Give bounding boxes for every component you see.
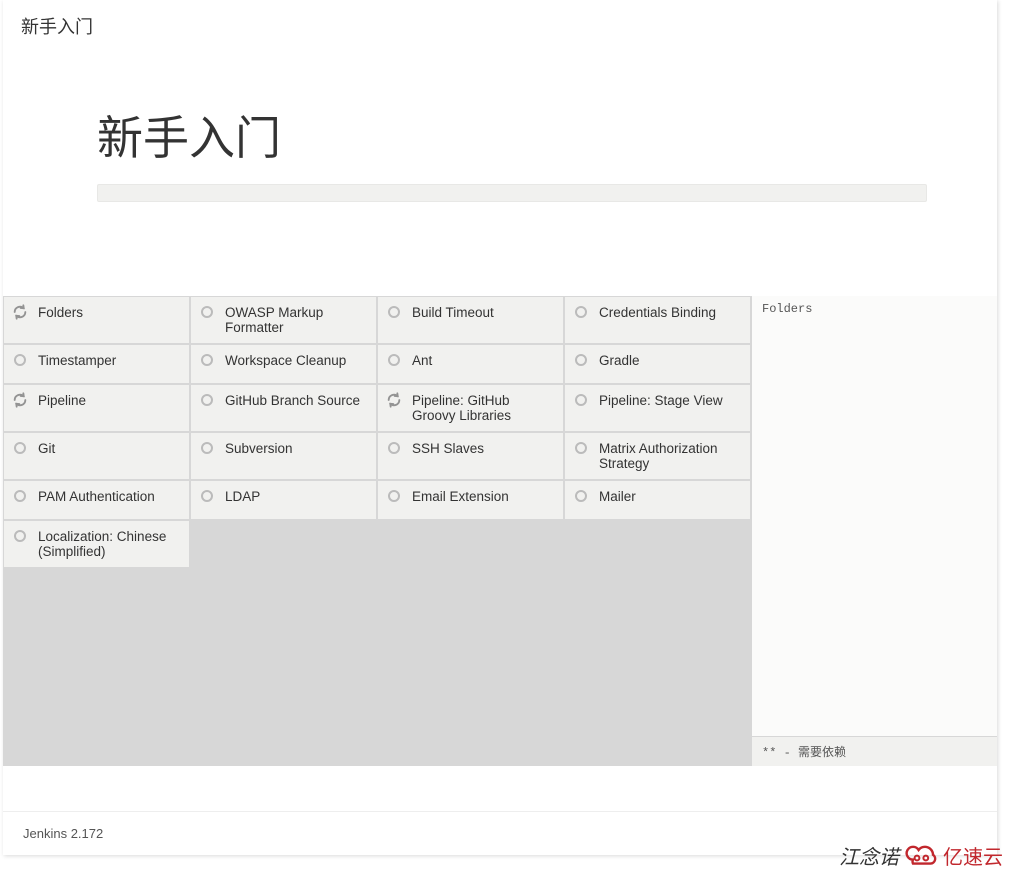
plugin-label: Credentials Binding [599,305,716,320]
header-bar: 新手入门 [3,0,997,57]
side-legend: ** - 需要依赖 [752,736,997,766]
progress-bar [97,184,927,202]
plugin-label: Gradle [599,353,640,368]
plugin-cell[interactable]: Timestamper [3,344,190,384]
plugin-label: SSH Slaves [412,441,484,456]
plugin-cell[interactable]: Git [3,432,190,480]
watermark-brand: 亿速云 [943,841,1003,870]
plugin-cell[interactable]: Pipeline: Stage View [564,384,751,432]
plugin-cell[interactable]: Credentials Binding [564,296,751,344]
jenkins-version: Jenkins 2.172 [23,826,103,841]
plugin-label: Timestamper [38,353,116,368]
legend-marker: ** [762,746,776,760]
spinner-icon [386,392,400,406]
pending-icon [14,442,28,456]
plugin-label: Subversion [225,441,293,456]
plugin-label: Ant [412,353,432,368]
plugin-cell[interactable]: Pipeline [3,384,190,432]
spinner-icon [12,304,26,318]
plugin-cell[interactable]: Ant [377,344,564,384]
plugin-label: Folders [38,305,83,320]
pending-icon [575,490,589,504]
watermark: 江念诺 亿速云 [839,841,1003,870]
pending-icon [575,354,589,368]
pending-icon [201,394,215,408]
plugin-cell[interactable]: Email Extension [377,480,564,520]
plugin-cell[interactable]: Subversion [190,432,377,480]
pending-icon [201,354,215,368]
legend-text: 需要依赖 [798,745,846,759]
legend-sep: - [776,746,798,760]
plugin-cell[interactable]: Matrix Authorization Strategy [564,432,751,480]
pending-icon [14,490,28,504]
plugin-cell[interactable]: OWASP Markup Formatter [190,296,377,344]
plugin-cell[interactable]: Mailer [564,480,751,520]
plugin-cell[interactable]: Gradle [564,344,751,384]
plugin-label: Localization: Chinese (Simplified) [38,529,181,559]
plugin-label: LDAP [225,489,260,504]
plugin-label: PAM Authentication [38,489,155,504]
plugin-label: Matrix Authorization Strategy [599,441,742,471]
plugin-cell[interactable]: Workspace Cleanup [190,344,377,384]
header-title: 新手入门 [21,17,93,37]
pending-icon [388,442,402,456]
plugin-cell[interactable]: Pipeline: GitHub Groovy Libraries [377,384,564,432]
cloud-logo-icon [905,842,937,870]
plugin-cell[interactable]: PAM Authentication [3,480,190,520]
pending-icon [388,354,402,368]
pending-icon [14,530,28,544]
hero-section: 新手入门 [3,57,997,212]
plugin-cell[interactable]: Build Timeout [377,296,564,344]
spinner-icon [12,392,26,406]
side-current-plugin: Folders [752,296,997,736]
plugin-label: Pipeline [38,393,86,408]
plugin-label: Build Timeout [412,305,494,320]
plugin-cell[interactable]: SSH Slaves [377,432,564,480]
pending-icon [201,442,215,456]
plugin-cell[interactable]: Localization: Chinese (Simplified) [3,520,190,568]
watermark-author: 江念诺 [839,841,899,870]
plugin-cell[interactable]: GitHub Branch Source [190,384,377,432]
pending-icon [388,306,402,320]
plugin-label: Pipeline: Stage View [599,393,723,408]
pending-icon [201,306,215,320]
plugin-cell[interactable]: Folders [3,296,190,344]
plugin-grid: Folders OWASP Markup Formatter Build Timeo… [3,296,751,766]
pending-icon [575,442,589,456]
plugin-label: Mailer [599,489,636,504]
pending-icon [575,306,589,320]
setup-wizard: 新手入门 新手入门 Folders OWASP Markup Formatter B… [3,0,997,855]
pending-icon [201,490,215,504]
plugin-label: OWASP Markup Formatter [225,305,368,335]
pending-icon [388,490,402,504]
plugin-label: Pipeline: GitHub Groovy Libraries [412,393,555,423]
hero-title: 新手入门 [97,102,903,168]
plugin-label: Workspace Cleanup [225,353,346,368]
plugin-area: Folders OWASP Markup Formatter Build Timeo… [3,296,997,766]
grid-filler [190,520,751,568]
side-panel: Folders ** - 需要依赖 [751,296,997,766]
pending-icon [14,354,28,368]
plugin-label: Email Extension [412,489,509,504]
plugin-cell[interactable]: LDAP [190,480,377,520]
pending-icon [575,394,589,408]
plugin-label: GitHub Branch Source [225,393,360,408]
plugin-label: Git [38,441,55,456]
